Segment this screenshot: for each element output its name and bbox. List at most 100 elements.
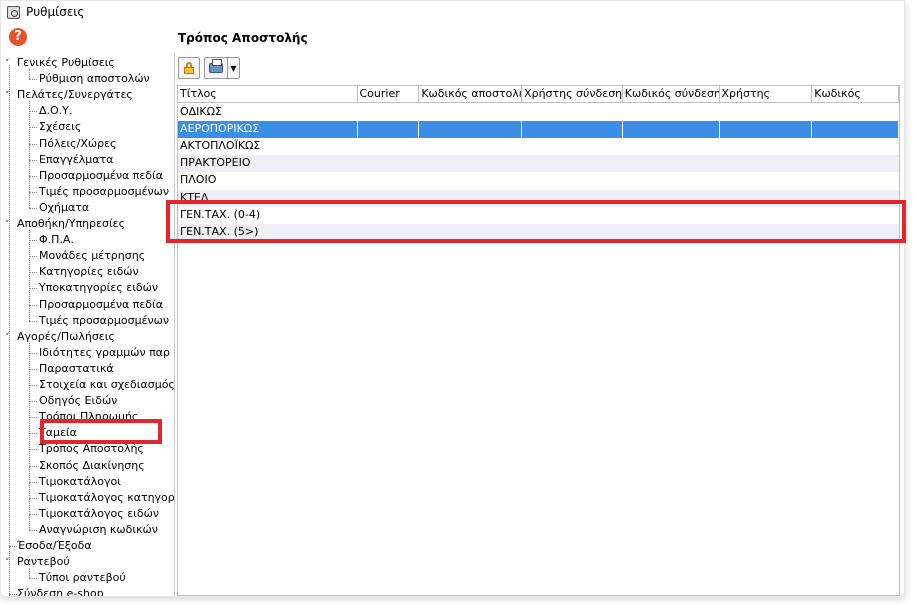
tree-item[interactable]: Μονάδες μέτρησης [39,248,145,264]
help-icon[interactable]: ? [9,28,27,46]
table-cell: ΑΚΤΟΠΛΟΪΚΩΣ [180,139,261,153]
tree-item[interactable]: Σκοπός Διακίνησης [39,458,145,474]
tree-item-label: Προσαρμοσμένα πεδία [39,297,163,311]
tree-item[interactable]: Τιμοκατάλογοι [39,474,121,490]
tree-item-label: Δ.Ο.Υ. [39,104,73,118]
table-row[interactable]: ΓΕΝ.ΤΑΧ. (5>) [178,223,899,241]
tree-connector [9,65,10,596]
column-header[interactable]: Χρήστης [720,86,813,103]
tree-connector [29,207,37,209]
tree-item[interactable]: Πόλεις/Χώρες [39,136,116,152]
tree-item[interactable]: Τιμές προσαρμοσμένων [39,184,169,200]
tree-item[interactable]: Τρόπος Αποστολής [39,441,144,457]
tree-item[interactable]: ˅ Γενικές Ρυθμίσεις [5,55,115,71]
table-cell [522,121,623,139]
column-header[interactable]: Κωδικός σύνδεσης [623,86,720,103]
tree-item[interactable]: Ιδιότητες γραμμών παρ [39,345,170,361]
table-row[interactable]: ΓΕΝ.ΤΑΧ. (0-4) [178,207,899,224]
tree-item[interactable]: Προσαρμοσμένα πεδία [39,168,163,184]
tree-connector [29,230,30,321]
tree-item[interactable]: Υποκατηγορίες ειδών [39,280,158,296]
tree-item-label: Προσαρμοσμένα πεδία [39,168,163,182]
column-header[interactable]: Τίτλος [178,86,358,103]
table-row[interactable]: ΑΕΡΟΠΟΡΙΚΩΣ [178,121,899,139]
tree-item[interactable]: Τιμοκατάλογος κατηγορ [39,490,175,506]
tree-item[interactable]: Κατηγορίες ειδών [39,264,139,280]
chevron-down-icon[interactable]: ˅ [5,217,17,233]
grid-header: Τίτλος Courier Κωδικός αποστολέα Χρήστης σύ… [178,86,899,103]
tree-item[interactable]: Οχήματα [39,200,89,216]
tree-connector [29,79,37,81]
tree-item[interactable]: Σύνδεση e-shop [5,586,104,596]
column-header[interactable]: Courier [358,86,420,103]
tree-item[interactable]: Έσοδα/Έξοδα [5,538,92,554]
tree-item-label: Τιμοκατάλογος κατηγορ [39,490,175,504]
lock-icon [183,62,195,74]
tree-item[interactable]: Οδηγός Ειδών [39,393,117,409]
table-cell: ΓΕΝ.ΤΑΧ. (5>) [180,224,259,238]
tree-item-label: Επαγγέλματα [39,152,114,166]
chevron-down-icon[interactable]: ˅ [5,88,17,104]
tree-item-label: Στοιχεία και σχεδιασμός [39,378,175,391]
tree-item[interactable]: Τιμοκατάλογος ειδών [39,506,159,522]
chevron-down-icon[interactable]: ˅ [5,330,17,346]
tree-item[interactable]: Ταμεία [39,425,77,441]
tree-item[interactable]: ˅ Αγορές/Πωλήσεις [5,329,115,345]
chevron-down-icon[interactable]: ˅ [5,56,17,72]
table-cell [812,155,899,172]
table-cell [522,172,623,189]
tree-item-label: Πελάτες/Συνεργάτες [17,88,133,102]
lock-button[interactable] [178,57,200,79]
tree-item[interactable]: Επαγγέλματα [39,152,113,168]
printer-icon [209,59,223,73]
tree-item[interactable]: ˅ Αποθήκη/Υπηρεσίες [5,216,125,232]
print-button[interactable] [205,58,227,78]
table-row[interactable]: ΑΚΤΟΠΛΟΪΚΩΣ [178,138,899,155]
chevron-down-icon[interactable]: ˅ [5,555,17,571]
tree-item[interactable]: Τύποι ραντεβού [39,570,126,586]
table-cell [812,190,899,207]
table-cell [522,224,623,241]
tree-item[interactable]: Τρόποι Πληρωμής [39,409,138,425]
window-title: Ρυθμίσεις [26,5,85,19]
table-cell [623,207,720,224]
table-cell [812,138,899,155]
tree-item-label: Σύνδεση e-shop [17,587,104,596]
table-cell [720,190,813,207]
tree-item[interactable]: Ρύθμιση αποστολών [39,71,150,87]
tree-item[interactable]: Αναγνώριση κωδικών [39,522,158,538]
table-cell [812,207,899,224]
table-row[interactable]: ΚΤΕΛ [178,189,899,207]
tree-item-label: Ραντεβού [17,555,70,569]
column-header[interactable]: Χρήστης σύνδεσης [522,86,623,103]
settings-gear-icon [7,5,20,19]
tree-item[interactable]: ˅ Πελάτες/Συνεργάτες [5,87,133,103]
panel-title: Τρόπος Αποστολής [178,31,308,45]
tree-item[interactable]: Παραστατικά [39,361,114,377]
tree-item[interactable]: Στοιχεία και σχεδιασμός [39,377,175,393]
tree-connector [29,568,30,579]
tree-connector [29,69,30,80]
column-header[interactable]: Κωδικός αποστολέα [419,86,523,103]
tree-item[interactable]: Σχέσεις [39,119,81,135]
tree-connector [29,143,37,145]
table-cell [623,190,720,207]
tree-connector [29,449,37,451]
column-header[interactable]: Κωδικός [812,86,899,103]
tree-item-label: Υποκατηγορίες ειδών [39,281,158,295]
table-cell [623,138,720,155]
table-row[interactable]: ΟΔΙΚΩΣ [178,104,899,121]
tree-item-label: Τιμοκατάλογος ειδών [39,506,159,520]
print-dropdown-arrow[interactable]: ▼ [227,58,239,78]
tree-item[interactable]: Τιμές προσαρμοσμένων [39,313,169,329]
tree-item[interactable]: Προσαρμοσμένα πεδία [39,297,163,313]
tree-item-label: Τιμές προσαρμοσμένων [39,184,170,198]
table-row[interactable]: ΠΡΑΚΤΟΡΕΙΟ [178,155,899,173]
tree-item[interactable]: Φ.Π.Α. [39,232,74,248]
tree-item[interactable]: ˅ Ραντεβού [5,554,70,570]
table-cell: ΓΕΝ.ΤΑΧ. (0-4) [180,207,261,221]
table-row[interactable]: ΠΛΟΙΟ [178,172,899,189]
tree-connector [29,401,37,403]
tree-item[interactable]: Δ.Ο.Υ. [39,103,72,119]
table-cell [522,207,623,224]
